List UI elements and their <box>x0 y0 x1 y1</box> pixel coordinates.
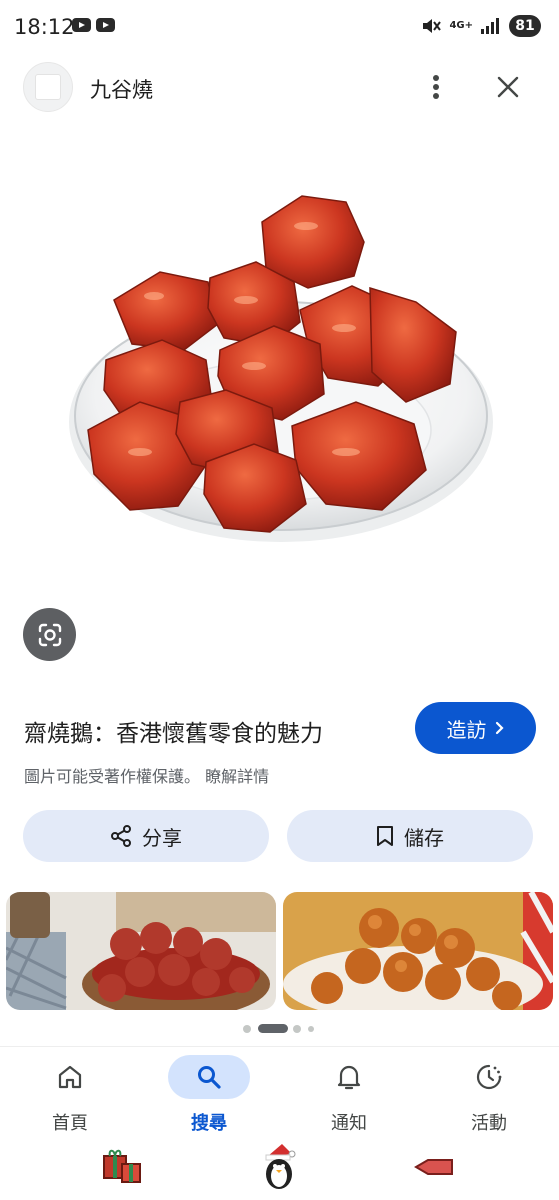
status-indicators: 4G+ 81 <box>421 14 541 38</box>
food-photo <box>69 195 493 542</box>
close-button[interactable] <box>488 67 528 107</box>
back-arrow-icon[interactable] <box>414 1158 454 1176</box>
visit-button[interactable]: 造訪 <box>415 702 536 754</box>
lens-icon <box>38 623 61 646</box>
mute-icon <box>423 19 442 33</box>
save-button[interactable]: 儲存 <box>287 810 533 862</box>
status-time: 18:12 <box>14 15 75 39</box>
related-images <box>0 892 559 1010</box>
search-icon <box>198 1066 221 1089</box>
pagination-dot-active[interactable] <box>258 1024 288 1033</box>
chevron-right-icon <box>495 721 504 735</box>
activity-icon-wrap <box>448 1055 530 1099</box>
penguin-santa-icon[interactable] <box>262 1142 296 1190</box>
nav-search-label: 搜尋 <box>191 1113 227 1134</box>
share-icon <box>111 825 131 847</box>
main-image[interactable] <box>0 130 559 600</box>
signal-icon <box>481 18 499 34</box>
bell-icon-wrap <box>308 1055 390 1099</box>
nav-notifications-label: 通知 <box>331 1113 367 1134</box>
save-label: 儲存 <box>404 825 444 850</box>
site-title[interactable]: 九谷燒 <box>90 74 153 104</box>
youtube-notification-icon <box>72 18 91 32</box>
more-options-button[interactable] <box>420 65 452 109</box>
related-photo <box>6 892 276 1010</box>
favicon-image <box>35 74 61 100</box>
nav-activity[interactable]: 活動 <box>429 1047 549 1139</box>
gift-icon[interactable] <box>102 1146 144 1186</box>
activity-icon <box>476 1064 502 1090</box>
site-favicon[interactable] <box>23 62 73 112</box>
related-image[interactable] <box>283 892 553 1010</box>
home-icon <box>58 1065 82 1089</box>
image-viewer-screen: 18:12 4G+ 81 九谷燒 齋燒鵝：香港懷舊零食的魅力 造訪 圖片可能受著… <box>0 0 559 1200</box>
battery-level: 81 <box>509 15 541 37</box>
pagination-dot[interactable] <box>293 1025 301 1033</box>
nav-activity-label: 活動 <box>471 1113 507 1134</box>
pagination-dot[interactable] <box>243 1025 251 1033</box>
close-icon <box>497 76 519 98</box>
nav-home[interactable]: 首頁 <box>10 1047 130 1139</box>
network-type: 4G+ <box>449 20 473 31</box>
viewer-header: 九谷燒 <box>0 55 559 119</box>
carousel-pagination <box>0 1024 559 1034</box>
home-icon-wrap <box>29 1055 111 1099</box>
copyright-notice: 圖片可能受著作權保護。 瞭解詳情 <box>24 763 269 787</box>
search-icon-wrap <box>168 1055 250 1099</box>
learn-more-link[interactable]: 瞭解詳情 <box>205 767 269 786</box>
bell-icon <box>337 1065 361 1090</box>
nav-notifications[interactable]: 通知 <box>289 1047 409 1139</box>
pagination-dot[interactable] <box>308 1026 314 1032</box>
related-image[interactable] <box>6 892 276 1010</box>
share-button[interactable]: 分享 <box>23 810 269 862</box>
nav-search[interactable]: 搜尋 <box>149 1047 269 1139</box>
more-vert-icon <box>433 75 439 99</box>
share-label: 分享 <box>142 825 182 850</box>
bottom-navigation: 首頁 搜尋 通知 活動 <box>0 1046 559 1138</box>
related-photo <box>283 892 553 1010</box>
visit-label: 造訪 <box>446 717 487 742</box>
copyright-text: 圖片可能受著作權保護。 <box>24 767 201 786</box>
lens-search-button[interactable] <box>23 608 76 661</box>
system-navigation-bar <box>0 1138 559 1200</box>
status-bar: 18:12 4G+ 81 <box>0 0 559 52</box>
youtube-notification-icon <box>96 18 115 32</box>
nav-home-label: 首頁 <box>52 1113 88 1134</box>
bookmark-icon <box>377 826 393 846</box>
result-title: 齋燒鵝：香港懷舊零食的魅力 <box>24 721 323 747</box>
